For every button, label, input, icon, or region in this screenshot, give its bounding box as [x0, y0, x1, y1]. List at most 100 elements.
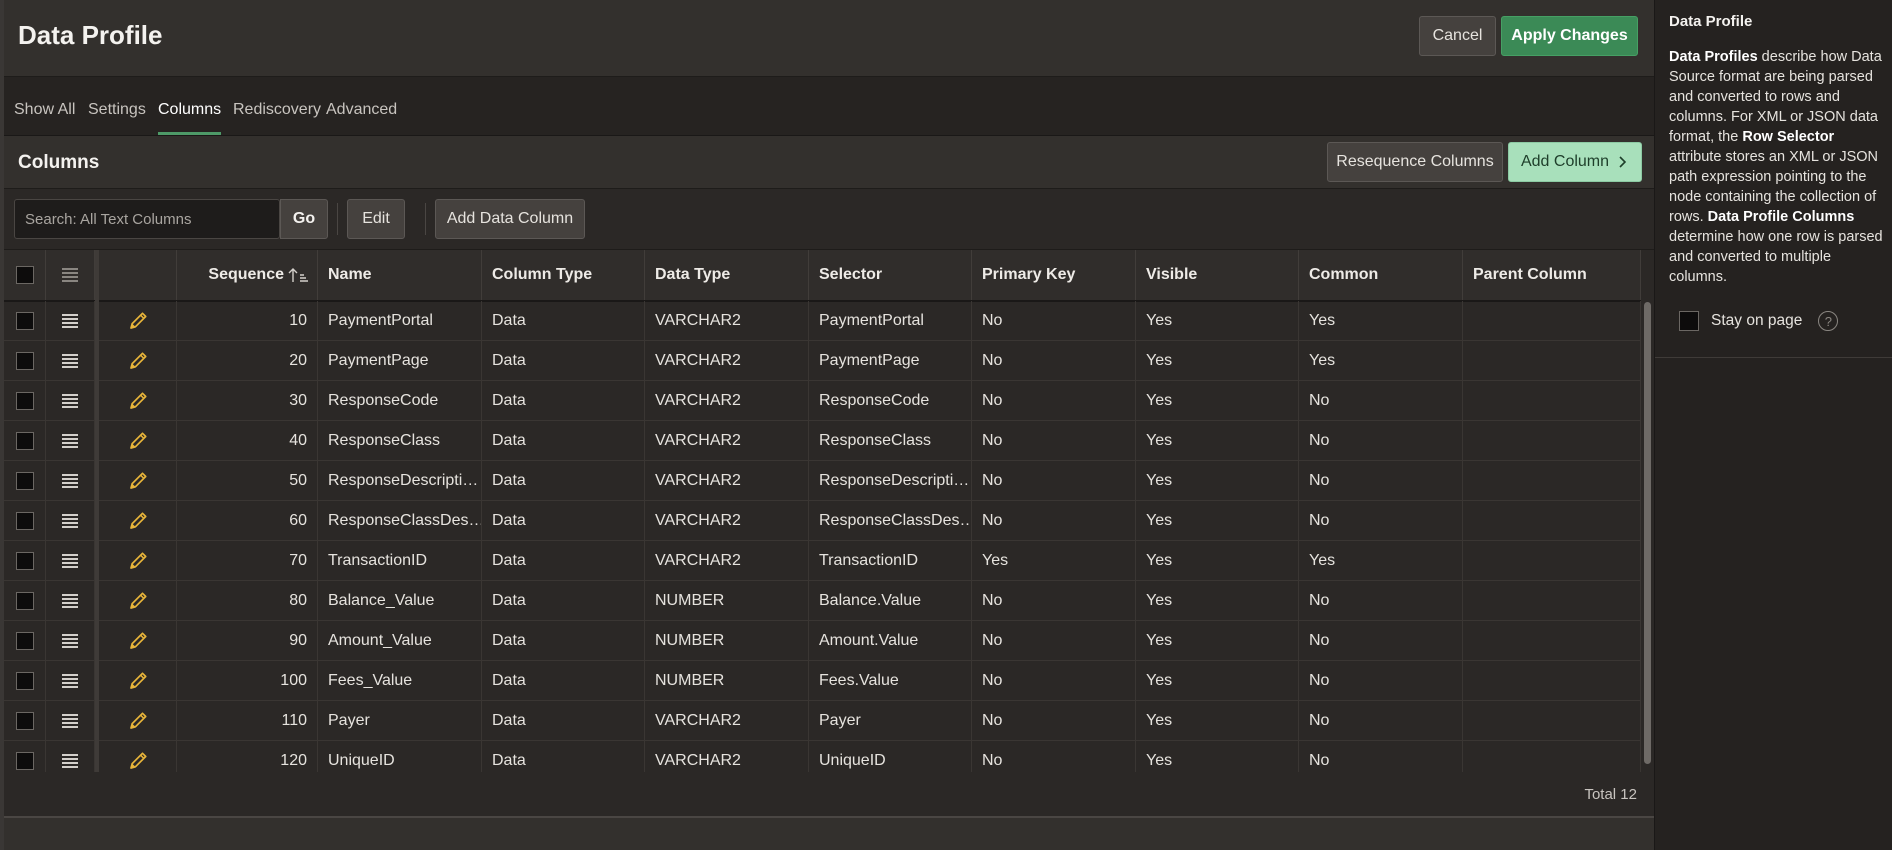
cell-common[interactable]: No — [1299, 621, 1463, 660]
cell-name[interactable]: PaymentPortal — [318, 301, 482, 340]
cell-data-type[interactable]: VARCHAR2 — [645, 461, 809, 500]
row-checkbox[interactable] — [15, 311, 34, 330]
header-common[interactable]: Common — [1299, 250, 1463, 300]
table-row[interactable]: 20 PaymentPage Data VARCHAR2 PaymentPage No Ye… — [4, 341, 1641, 381]
cell-visible[interactable]: Yes — [1136, 621, 1299, 660]
pencil-edit-icon[interactable] — [126, 429, 150, 453]
cell-selector[interactable]: Payer — [809, 701, 972, 740]
cell-primary-key[interactable]: No — [972, 341, 1136, 380]
cell-selector[interactable]: PaymentPortal — [809, 301, 972, 340]
cell-parent-column[interactable] — [1463, 381, 1641, 420]
table-row[interactable]: 10 PaymentPortal Data VARCHAR2 PaymentPortal… — [4, 301, 1641, 341]
row-menu-icon[interactable] — [62, 553, 78, 568]
cell-visible[interactable]: Yes — [1136, 541, 1299, 580]
cell-selector[interactable]: Fees.Value — [809, 661, 972, 700]
cell-visible[interactable]: Yes — [1136, 341, 1299, 380]
tab-show-all[interactable]: Show All — [14, 101, 75, 135]
cell-data-type[interactable]: NUMBER — [645, 621, 809, 660]
cell-visible[interactable]: Yes — [1136, 701, 1299, 740]
header-name[interactable]: Name — [318, 250, 482, 300]
row-menu-icon[interactable] — [62, 633, 78, 648]
row-checkbox[interactable] — [15, 431, 34, 450]
cell-parent-column[interactable] — [1463, 501, 1641, 540]
row-checkbox[interactable] — [15, 511, 34, 530]
pencil-edit-icon[interactable] — [126, 389, 150, 413]
cell-selector[interactable]: Balance.Value — [809, 581, 972, 620]
cell-parent-column[interactable] — [1463, 661, 1641, 700]
header-menu-icon[interactable] — [62, 268, 78, 282]
cell-data-type[interactable]: NUMBER — [645, 661, 809, 700]
cell-column-type[interactable]: Data — [482, 381, 645, 420]
cell-column-type[interactable]: Data — [482, 501, 645, 540]
row-checkbox[interactable] — [15, 711, 34, 730]
cell-visible[interactable]: Yes — [1136, 421, 1299, 460]
cell-name[interactable]: PaymentPage — [318, 341, 482, 380]
table-row[interactable]: 30 ResponseCode Data VARCHAR2 ResponseCode No… — [4, 381, 1641, 421]
row-menu-icon[interactable] — [62, 473, 78, 488]
cell-data-type[interactable]: VARCHAR2 — [645, 501, 809, 540]
cell-visible[interactable]: Yes — [1136, 461, 1299, 500]
cell-name[interactable]: ResponseDescripti… — [318, 461, 482, 500]
cell-primary-key[interactable]: No — [972, 581, 1136, 620]
row-menu-icon[interactable] — [62, 513, 78, 528]
resequence-columns-button[interactable]: Resequence Columns — [1327, 142, 1503, 182]
header-parent-column[interactable]: Parent Column — [1463, 250, 1641, 300]
row-checkbox[interactable] — [15, 631, 34, 650]
cell-name[interactable]: Fees_Value — [318, 661, 482, 700]
cell-column-type[interactable]: Data — [482, 541, 645, 580]
pencil-edit-icon[interactable] — [126, 549, 150, 573]
grid-scrollbar[interactable] — [1641, 300, 1654, 773]
cell-common[interactable]: No — [1299, 701, 1463, 740]
pencil-edit-icon[interactable] — [126, 349, 150, 373]
pencil-edit-icon[interactable] — [126, 469, 150, 493]
cell-data-type[interactable]: VARCHAR2 — [645, 701, 809, 740]
row-checkbox[interactable] — [15, 551, 34, 570]
tab-rediscovery[interactable]: Rediscovery — [233, 101, 321, 135]
add-data-column-button[interactable]: Add Data Column — [435, 199, 585, 239]
cell-common[interactable]: No — [1299, 581, 1463, 620]
row-checkbox[interactable] — [15, 751, 34, 770]
cell-common[interactable]: No — [1299, 461, 1463, 500]
cell-selector[interactable]: ResponseClass — [809, 421, 972, 460]
tab-advanced[interactable]: Advanced — [326, 101, 397, 135]
cell-primary-key[interactable]: No — [972, 381, 1136, 420]
cell-common[interactable]: No — [1299, 661, 1463, 700]
pencil-edit-icon[interactable] — [126, 669, 150, 693]
cell-visible[interactable]: Yes — [1136, 381, 1299, 420]
tab-settings[interactable]: Settings — [88, 101, 146, 135]
row-checkbox[interactable] — [15, 391, 34, 410]
pencil-edit-icon[interactable] — [126, 509, 150, 533]
cell-data-type[interactable]: NUMBER — [645, 581, 809, 620]
cell-primary-key[interactable]: No — [972, 461, 1136, 500]
cell-parent-column[interactable] — [1463, 541, 1641, 580]
cell-column-type[interactable]: Data — [482, 461, 645, 500]
tab-columns[interactable]: Columns — [158, 101, 222, 135]
pencil-edit-icon[interactable] — [126, 709, 150, 733]
cell-sequence[interactable]: 50 — [177, 461, 318, 500]
pencil-edit-icon[interactable] — [126, 309, 150, 333]
header-sequence[interactable]: Sequence — [177, 250, 318, 300]
row-menu-icon[interactable] — [62, 393, 78, 408]
cell-common[interactable]: Yes — [1299, 541, 1463, 580]
table-row[interactable]: 80 Balance_Value Data NUMBER Balance.Value No… — [4, 581, 1641, 621]
row-menu-icon[interactable] — [62, 673, 78, 688]
search-input[interactable]: Search: All Text Columns — [14, 199, 280, 239]
stay-on-page-checkbox[interactable] — [1679, 311, 1699, 331]
cell-sequence[interactable]: 60 — [177, 501, 318, 540]
header-visible[interactable]: Visible — [1136, 250, 1299, 300]
cell-common[interactable]: No — [1299, 501, 1463, 540]
cell-column-type[interactable]: Data — [482, 301, 645, 340]
cell-visible[interactable]: Yes — [1136, 581, 1299, 620]
cell-primary-key[interactable]: No — [972, 501, 1136, 540]
cancel-button[interactable]: Cancel — [1419, 16, 1496, 56]
cell-selector[interactable]: Amount.Value — [809, 621, 972, 660]
cell-parent-column[interactable] — [1463, 421, 1641, 460]
cell-sequence[interactable]: 20 — [177, 341, 318, 380]
cell-visible[interactable]: Yes — [1136, 501, 1299, 540]
cell-common[interactable]: Yes — [1299, 301, 1463, 340]
row-menu-icon[interactable] — [62, 713, 78, 728]
cell-sequence[interactable]: 110 — [177, 701, 318, 740]
cell-parent-column[interactable] — [1463, 461, 1641, 500]
select-all-checkbox[interactable] — [15, 266, 34, 284]
cell-data-type[interactable]: VARCHAR2 — [645, 541, 809, 580]
